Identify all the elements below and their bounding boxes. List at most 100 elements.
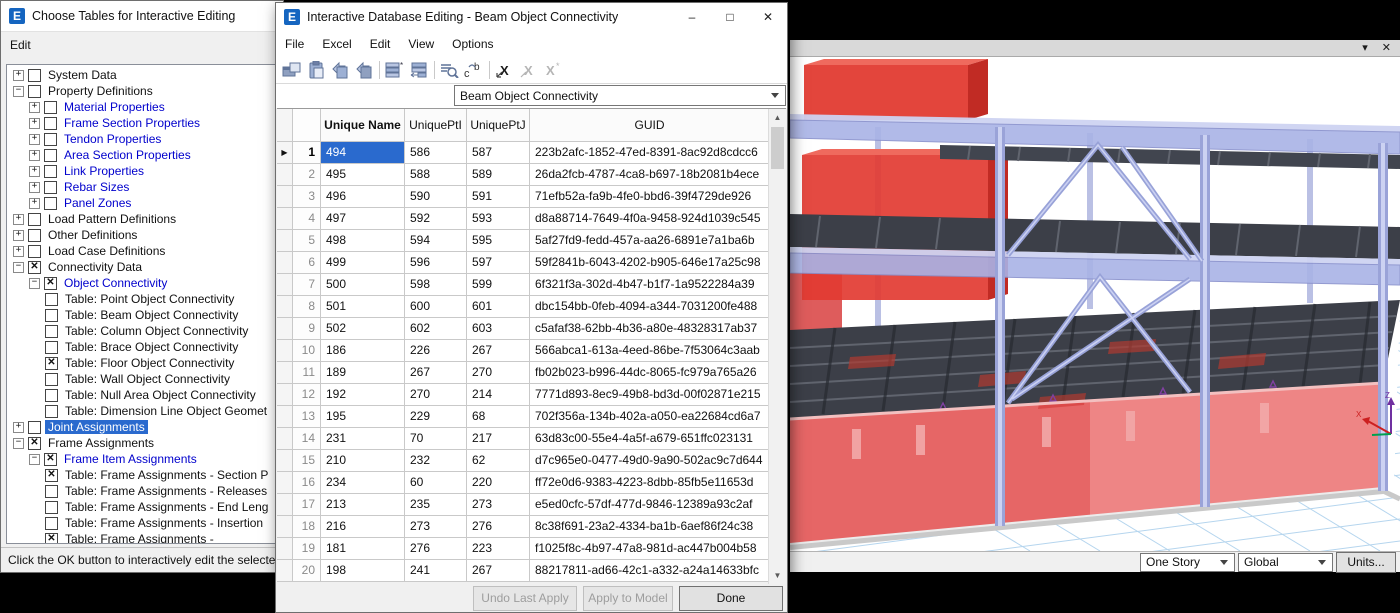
tree-checkbox[interactable]	[28, 245, 41, 258]
expand-icon[interactable]: +	[29, 102, 40, 113]
tree-item[interactable]: +Rebar Sizes	[7, 179, 277, 195]
table-cell[interactable]: 270	[467, 362, 530, 384]
tree-checkbox[interactable]	[44, 133, 57, 146]
table-cell[interactable]: 267	[467, 560, 530, 582]
table-cell[interactable]: 267	[405, 362, 467, 384]
vertical-scrollbar[interactable]: ▲ ▼	[768, 109, 786, 584]
tree-checkbox[interactable]	[45, 389, 58, 402]
model-3d-viewport[interactable]: .	[790, 57, 1400, 551]
paste-icon[interactable]	[304, 59, 328, 81]
table-cell[interactable]: 198	[321, 560, 405, 582]
table-cell[interactable]: 587	[467, 142, 530, 164]
row-number-cell[interactable]: 1	[293, 142, 321, 164]
table-cell[interactable]: 189	[321, 362, 405, 384]
table-cell[interactable]: fb02b023-b996-44dc-8065-fc979a765a26	[530, 362, 770, 384]
menu-edit[interactable]: Edit	[361, 33, 400, 55]
table-cell[interactable]: 566abca1-613a-4eed-86be-7f53064c3aab	[530, 340, 770, 362]
tree-checkbox[interactable]	[28, 69, 41, 82]
tree-item[interactable]: +Other Definitions	[7, 227, 277, 243]
tree-checkbox[interactable]	[44, 101, 57, 114]
row-number-cell[interactable]: 19	[293, 538, 321, 560]
column-header-guid[interactable]: GUID	[530, 109, 770, 142]
tree-item[interactable]: Table: Frame Assignments - Section P	[7, 467, 277, 483]
tree-checkbox[interactable]	[45, 405, 58, 418]
tree-item[interactable]: +Load Pattern Definitions	[7, 211, 277, 227]
table-cell[interactable]: 229	[405, 406, 467, 428]
table-row[interactable]: 75005985996f321f3a-302d-4b47-b1f7-1a9522…	[277, 274, 770, 296]
table-cell[interactable]: 68	[467, 406, 530, 428]
tree-item[interactable]: −Frame Assignments	[7, 435, 277, 451]
table-cell[interactable]: 273	[467, 494, 530, 516]
table-cell[interactable]: 502	[321, 318, 405, 340]
table-row[interactable]: 249558858926da2fcb-4787-4ca8-b697-18b208…	[277, 164, 770, 186]
tree-checkbox[interactable]	[44, 277, 57, 290]
collapse-icon[interactable]: −	[13, 86, 24, 97]
table-cell[interactable]: 599	[467, 274, 530, 296]
table-cell[interactable]: 588	[405, 164, 467, 186]
table-selector-dropdown[interactable]: Beam Object Connectivity	[454, 85, 786, 106]
tree-item[interactable]: Table: Frame Assignments -	[7, 531, 277, 544]
expand-icon[interactable]: +	[29, 118, 40, 129]
table-cell[interactable]: 591	[467, 186, 530, 208]
tree-checkbox[interactable]	[28, 229, 41, 242]
tree-item[interactable]: Table: Frame Assignments - End Leng	[7, 499, 277, 515]
row-number-cell[interactable]: 4	[293, 208, 321, 230]
expand-icon[interactable]: +	[29, 166, 40, 177]
tree-checkbox[interactable]	[44, 181, 57, 194]
tree-checkbox[interactable]	[45, 341, 58, 354]
table-cell[interactable]: 595	[467, 230, 530, 252]
row-number-cell[interactable]: 18	[293, 516, 321, 538]
tree-item[interactable]: Table: Frame Assignments - Insertion	[7, 515, 277, 531]
table-cell[interactable]: 593	[467, 208, 530, 230]
table-cell[interactable]: 496	[321, 186, 405, 208]
table-row[interactable]: 4497592593d8a88714-7649-4f0a-9458-924d10…	[277, 208, 770, 230]
expand-icon[interactable]: +	[13, 246, 24, 257]
row-number-cell[interactable]: 7	[293, 274, 321, 296]
undo-last-apply-button[interactable]: Undo Last Apply	[473, 586, 577, 611]
table-cell[interactable]: c5afaf38-62bb-4b36-a80e-48328317ab37	[530, 318, 770, 340]
column-header-unique-name[interactable]: Unique Name	[321, 109, 405, 142]
coord-system-dropdown[interactable]: Global	[1238, 553, 1333, 572]
table-row[interactable]: 8501600601dbc154bb-0feb-4094-a344-703120…	[277, 296, 770, 318]
units-button[interactable]: Units...	[1336, 552, 1396, 573]
table-row[interactable]: 17213235273e5ed0cfc-57df-477d-9846-12389…	[277, 494, 770, 516]
row-number-cell[interactable]: 20	[293, 560, 321, 582]
row-number-cell[interactable]: 16	[293, 472, 321, 494]
table-row[interactable]: 1623460220ff72e0d6-9383-4223-8dbb-85fb5e…	[277, 472, 770, 494]
expand-icon[interactable]: +	[13, 422, 24, 433]
maximize-icon[interactable]: □	[711, 3, 749, 31]
table-cell[interactable]: 60	[405, 472, 467, 494]
replace-icon[interactable]: cb	[462, 59, 486, 81]
tree-checkbox[interactable]	[44, 149, 57, 162]
tree-checkbox[interactable]	[28, 85, 41, 98]
close-icon[interactable]: ✕	[749, 3, 787, 31]
table-cell[interactable]: 192	[321, 384, 405, 406]
tree-checkbox[interactable]	[44, 165, 57, 178]
table-cell[interactable]: 88217811-ad66-42c1-a332-a24a14633bfc	[530, 560, 770, 582]
find-icon[interactable]	[438, 59, 462, 81]
table-row[interactable]: ▶1494586587223b2afc-1852-47ed-8391-8ac92…	[277, 142, 770, 164]
delete-selected-icon[interactable]: X	[493, 59, 517, 81]
paste-replace-icon[interactable]	[352, 59, 376, 81]
tree-checkbox[interactable]	[45, 309, 58, 322]
table-cell[interactable]: 276	[405, 538, 467, 560]
tree-item[interactable]: Table: Point Object Connectivity	[7, 291, 277, 307]
table-cell[interactable]: 226	[405, 340, 467, 362]
tree-checkbox[interactable]	[28, 261, 41, 274]
row-number-cell[interactable]: 9	[293, 318, 321, 340]
tree-checkbox[interactable]	[28, 213, 41, 226]
table-cell[interactable]: 223	[467, 538, 530, 560]
table-cell[interactable]: 601	[467, 296, 530, 318]
table-row[interactable]: 182162732768c38f691-23a2-4334-ba1b-6aef8…	[277, 516, 770, 538]
row-number-cell[interactable]: 10	[293, 340, 321, 362]
table-cell[interactable]: 276	[467, 516, 530, 538]
table-cell[interactable]: 270	[405, 384, 467, 406]
table-cell[interactable]: 594	[405, 230, 467, 252]
tree-checkbox[interactable]	[45, 373, 58, 386]
table-row[interactable]: 142317021763d83c00-55e4-4a5f-a679-651ffc…	[277, 428, 770, 450]
insert-rows-icon[interactable]: *	[383, 59, 407, 81]
editor-titlebar[interactable]: E Interactive Database Editing - Beam Ob…	[276, 3, 787, 31]
row-number-cell[interactable]: 2	[293, 164, 321, 186]
tree-item[interactable]: +Load Case Definitions	[7, 243, 277, 259]
table-cell[interactable]: 597	[467, 252, 530, 274]
